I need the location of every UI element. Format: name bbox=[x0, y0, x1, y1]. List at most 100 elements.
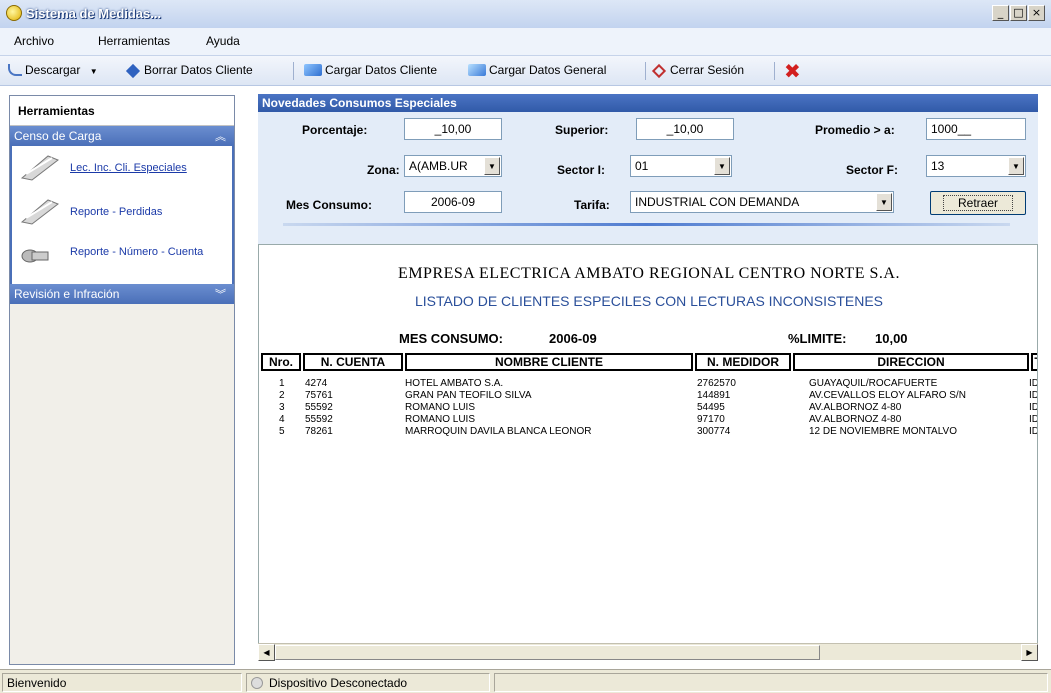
sector-i-value: 01 bbox=[635, 159, 649, 173]
cell-nro: 2 bbox=[279, 390, 285, 401]
cell-direccion: AV.ALBORNOZ 4-80 bbox=[809, 402, 902, 413]
cargar-general-label: Cargar Datos General bbox=[489, 63, 607, 77]
app-lightbulb-icon bbox=[6, 5, 22, 21]
report-limite-label: %LIMITE: bbox=[788, 331, 847, 346]
porcentaje-input[interactable]: _10,00 bbox=[404, 118, 502, 140]
dropdown-arrow-icon[interactable]: ▼ bbox=[1008, 157, 1024, 175]
tarifa-select[interactable]: INDUSTRIAL CON DEMANDA ▼ bbox=[630, 191, 894, 213]
title-bar: Sistema de Medidas... _ □ × bbox=[0, 0, 1051, 28]
minimize-button[interactable]: _ bbox=[992, 5, 1009, 21]
cell-nro: 4 bbox=[279, 414, 285, 425]
sidebar-item-lec-inc[interactable]: Lec. Inc. Cli. Especiales bbox=[18, 150, 232, 186]
download-icon bbox=[8, 64, 22, 76]
scroll-right-icon[interactable]: ▶ bbox=[1021, 644, 1038, 661]
menu-archivo[interactable]: Archivo bbox=[14, 34, 54, 48]
retraer-button[interactable]: Retraer bbox=[930, 191, 1026, 215]
sidebar-item-label: Reporte - Número - Cuenta bbox=[70, 246, 204, 258]
cell-medidor: 2762570 bbox=[697, 378, 736, 389]
sector-i-select[interactable]: 01 ▼ bbox=[630, 155, 732, 177]
column-header: T bbox=[1031, 353, 1037, 371]
cerrar-sesion-button[interactable]: Cerrar Sesión bbox=[651, 63, 745, 79]
dropdown-arrow-icon[interactable]: ▼ bbox=[876, 193, 892, 211]
horizontal-scrollbar[interactable]: ◀ ▶ bbox=[258, 643, 1038, 661]
group-revision-e-infracion[interactable]: Revisión e Infración ︾ bbox=[10, 284, 234, 304]
window-title: Sistema de Medidas... bbox=[26, 6, 162, 21]
sector-f-label: Sector F: bbox=[846, 163, 899, 177]
close-window-button[interactable]: × bbox=[1028, 5, 1045, 21]
borrar-label: Borrar Datos Cliente bbox=[144, 63, 253, 77]
exit-x-icon[interactable]: ✖ bbox=[784, 59, 801, 83]
superior-input[interactable]: _10,00 bbox=[636, 118, 734, 140]
menu-herramientas[interactable]: Herramientas bbox=[98, 34, 170, 48]
panel-title: Novedades Consumos Especiales bbox=[258, 94, 1038, 112]
calipers-icon bbox=[20, 155, 60, 181]
sidebar: Herramientas Censo de Carga ︽ Lec. Inc. … bbox=[9, 95, 235, 665]
cell-nro: 5 bbox=[279, 426, 285, 437]
zona-label: Zona: bbox=[367, 163, 400, 177]
window-controls: _ □ × bbox=[992, 5, 1045, 21]
toolbar-separator bbox=[293, 62, 294, 80]
load-client-icon bbox=[304, 64, 322, 76]
maximize-button[interactable]: □ bbox=[1010, 5, 1027, 21]
sector-f-value: 13 bbox=[931, 159, 945, 173]
column-header: NOMBRE CLIENTE bbox=[405, 353, 693, 371]
scroll-left-icon[interactable]: ◀ bbox=[258, 644, 275, 661]
menu-bar: Archivo Herramientas Ayuda bbox=[0, 28, 1051, 56]
cell-cuenta: 78261 bbox=[305, 426, 333, 437]
dropdown-arrow-icon[interactable]: ▼ bbox=[90, 67, 98, 76]
cell-tarifa: ID bbox=[1029, 414, 1038, 425]
cell-nro: 1 bbox=[279, 378, 285, 389]
report-subtitle: LISTADO DE CLIENTES ESPECILES CON LECTUR… bbox=[414, 293, 884, 309]
device-status-label: Dispositivo Desconectado bbox=[269, 676, 408, 690]
dropdown-arrow-icon[interactable]: ▼ bbox=[714, 157, 730, 175]
column-header: N. CUENTA bbox=[303, 353, 403, 371]
sector-i-label: Sector I: bbox=[557, 163, 606, 177]
promedio-input[interactable]: 1000__ bbox=[926, 118, 1026, 140]
toolbar-separator bbox=[774, 62, 775, 80]
collapse-chevron-icon[interactable]: ︽ bbox=[215, 128, 226, 144]
sector-f-select[interactable]: 13 ▼ bbox=[926, 155, 1026, 177]
status-message: Bienvenido bbox=[2, 673, 242, 692]
cargar-cliente-label: Cargar Datos Cliente bbox=[325, 63, 438, 77]
device-disconnected-icon bbox=[251, 677, 263, 689]
cell-direccion: AV.CEVALLOS ELOY ALFARO S/N bbox=[809, 390, 966, 401]
descargar-button[interactable]: Descargar ▼ bbox=[8, 63, 98, 77]
cell-medidor: 144891 bbox=[697, 390, 731, 401]
borrar-datos-cliente-button[interactable]: Borrar Datos Cliente bbox=[125, 63, 253, 79]
group-label: Revisión e Infración bbox=[14, 287, 120, 301]
status-bar: Bienvenido Dispositivo Desconectado bbox=[0, 669, 1051, 693]
cell-cuenta: 75761 bbox=[305, 390, 333, 401]
cell-cuenta: 55592 bbox=[305, 414, 333, 425]
report-mes-value: 2006-09 bbox=[549, 331, 597, 346]
sidebar-item-reporte-numero-cuenta[interactable]: Reporte - Número - Cuenta bbox=[18, 242, 232, 278]
promedio-label: Promedio > a: bbox=[815, 123, 895, 137]
menu-ayuda[interactable]: Ayuda bbox=[206, 34, 240, 48]
group-censo-de-carga[interactable]: Censo de Carga ︽ bbox=[10, 126, 234, 146]
cell-medidor: 300774 bbox=[697, 426, 731, 437]
zona-value: A(AMB.UR bbox=[409, 159, 468, 173]
mes-consumo-label: Mes Consumo: bbox=[286, 198, 373, 212]
load-general-icon bbox=[468, 64, 486, 76]
cargar-datos-cliente-button[interactable]: Cargar Datos Cliente bbox=[304, 63, 437, 77]
column-header: Nro. bbox=[261, 353, 301, 371]
sidebar-header: Herramientas bbox=[10, 96, 234, 126]
cargar-datos-general-button[interactable]: Cargar Datos General bbox=[468, 63, 606, 77]
dropdown-arrow-icon[interactable]: ▼ bbox=[484, 157, 500, 175]
scroll-thumb[interactable] bbox=[275, 645, 820, 660]
sidebar-item-reporte-perdidas[interactable]: Reporte - Perdidas bbox=[18, 194, 232, 230]
tarifa-label: Tarifa: bbox=[574, 198, 610, 212]
cell-direccion: GUAYAQUIL/ROCAFUERTE bbox=[809, 378, 938, 389]
cell-tarifa: ID bbox=[1029, 378, 1038, 389]
column-header: N. MEDIDOR bbox=[695, 353, 791, 371]
status-empty-panel bbox=[494, 673, 1048, 692]
cerrar-label: Cerrar Sesión bbox=[670, 63, 745, 77]
expand-chevron-icon[interactable]: ︾ bbox=[215, 286, 226, 302]
device-status: Dispositivo Desconectado bbox=[246, 673, 490, 692]
column-header: DIRECCION bbox=[793, 353, 1029, 371]
descargar-label: Descargar bbox=[25, 63, 81, 77]
mes-consumo-input[interactable]: 2006-09 bbox=[404, 191, 502, 213]
zona-select[interactable]: A(AMB.UR ▼ bbox=[404, 155, 502, 177]
cell-nombre: HOTEL AMBATO S.A. bbox=[405, 378, 504, 389]
cell-medidor: 97170 bbox=[697, 414, 725, 425]
cell-nombre: GRAN PAN TEOFILO SILVA bbox=[405, 390, 532, 401]
